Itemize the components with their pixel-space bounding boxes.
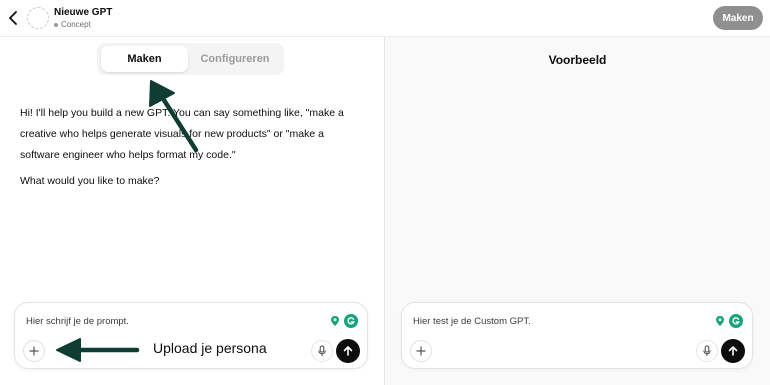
builder-composer: Hier schrijf je de prompt. <box>14 302 368 369</box>
message-question: What would you like to make? <box>20 175 160 187</box>
assistant-message: Hi! I'll help you build a new GPT. You c… <box>20 103 365 197</box>
back-button[interactable] <box>7 9 21 27</box>
gpt-name: Nieuwe GPT <box>54 7 113 18</box>
send-button[interactable] <box>336 339 360 363</box>
create-button[interactable]: Maken <box>713 6 763 30</box>
voice-button[interactable] <box>696 340 718 362</box>
status-label: Concept <box>61 20 91 29</box>
tab-configure[interactable]: Configureren <box>191 46 279 72</box>
mic-icon <box>703 345 711 356</box>
status-dot-icon <box>54 22 58 27</box>
location-pin-icon[interactable] <box>713 314 727 328</box>
location-pin-icon[interactable] <box>328 314 342 328</box>
prompt-input[interactable]: Hier schrijf je de prompt. <box>26 316 129 327</box>
plus-icon <box>29 346 39 356</box>
plus-icon <box>416 346 426 356</box>
preview-pane: Voorbeeld Hier test je de Custom GPT. <box>385 37 770 385</box>
extension-icons <box>328 314 358 328</box>
extension-icons <box>713 314 743 328</box>
voice-button[interactable] <box>311 340 333 362</box>
chevron-left-icon <box>9 11 17 25</box>
send-button[interactable] <box>721 339 745 363</box>
builder-pane: Maken Configureren Hi! I'll help you bui… <box>0 37 384 385</box>
preview-composer: Hier test je de Custom GPT. <box>401 302 753 369</box>
top-bar: Nieuwe GPT Concept Maken <box>0 0 770 37</box>
gpt-avatar[interactable] <box>27 7 49 29</box>
upload-annotation-label: Upload je persona <box>153 340 267 356</box>
grammarly-icon[interactable] <box>729 314 743 328</box>
test-input[interactable]: Hier test je de Custom GPT. <box>413 316 531 327</box>
message-paragraph: Hi! I'll help you build a new GPT. You c… <box>20 107 344 161</box>
mic-icon <box>318 345 326 356</box>
gpt-status: Concept <box>54 20 91 29</box>
mode-tabs: Maken Configureren <box>97 43 284 75</box>
grammarly-icon[interactable] <box>344 314 358 328</box>
attach-button[interactable] <box>410 340 432 362</box>
arrow-up-icon <box>343 346 353 356</box>
preview-title: Voorbeeld <box>548 53 607 67</box>
arrow-up-icon <box>728 346 738 356</box>
attach-button[interactable] <box>23 340 45 362</box>
tab-create[interactable]: Maken <box>101 46 188 72</box>
